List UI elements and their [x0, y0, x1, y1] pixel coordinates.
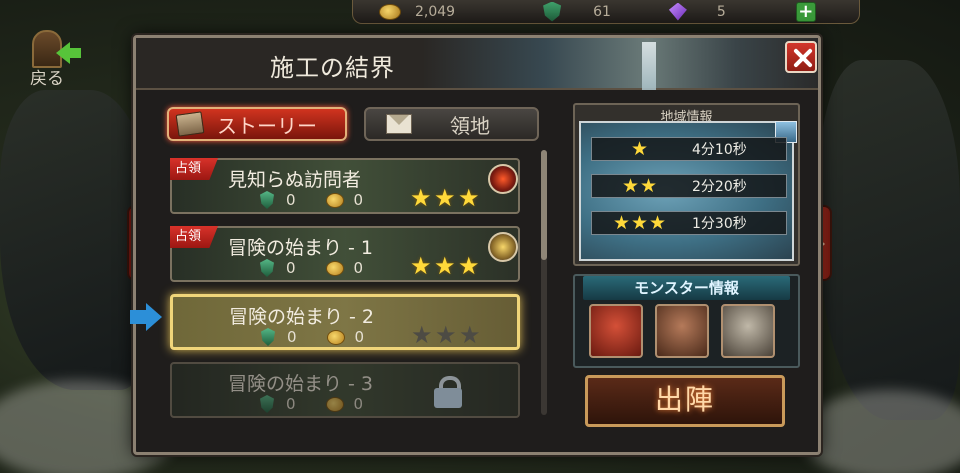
gem-value: 5 — [716, 3, 726, 20]
occupied-badge: 占領 — [170, 226, 218, 248]
waterfall-decoration — [642, 42, 656, 90]
stage-rewards: 0 0 — [260, 395, 363, 413]
stage-name: 冒険の始まり - 2 — [229, 306, 375, 328]
background-cloud — [800, 390, 960, 473]
stage-item[interactable]: 占領 冒険の始まり - 1 0 0 ★ ★ ★ — [170, 226, 520, 282]
coin-icon — [325, 396, 344, 412]
shield-icon — [260, 259, 274, 277]
shield-icon — [260, 395, 274, 413]
gem-icon — [668, 2, 687, 21]
book-icon — [175, 111, 205, 137]
envelope-icon — [386, 114, 412, 134]
gold-coin-icon — [379, 3, 401, 20]
star-icon: ★ — [458, 184, 481, 212]
back-arrow-icon — [56, 42, 81, 64]
shield-icon — [543, 1, 562, 22]
clear-time: 2分20秒 — [692, 179, 747, 195]
panel-header: 施工の結界 — [136, 38, 818, 90]
occupied-badge: 占領 — [170, 158, 218, 180]
clear-time-row: ★★★ 1分30秒 — [591, 211, 787, 235]
coin-reward: 0 — [353, 395, 364, 413]
star-icon: ★ — [411, 321, 434, 349]
clear-time: 4分10秒 — [692, 142, 747, 158]
tab-story[interactable]: ストーリー — [167, 107, 347, 141]
clear-time-row: ★★ 2分20秒 — [591, 174, 787, 198]
monster-info: モンスター情報 — [573, 274, 800, 368]
stage-name: 冒険の始まり - 1 — [228, 237, 374, 259]
stage-list-scrollbar[interactable] — [541, 150, 547, 415]
shield-icon — [260, 191, 274, 209]
stage-name: 見知らぬ訪問者 — [228, 169, 362, 191]
lock-icon — [434, 376, 462, 408]
shield-reward: 0 — [287, 328, 297, 346]
time-stars: ★★★ — [612, 212, 668, 234]
stage-stars: ★ ★ ★ — [410, 252, 482, 280]
star-icon: ★ — [434, 252, 457, 280]
clear-time: 1分30秒 — [692, 216, 747, 232]
gold-value: 2,049 — [415, 3, 456, 20]
add-gem-button[interactable]: + — [795, 1, 816, 22]
sortie-button[interactable]: 出陣 — [585, 375, 785, 427]
tab-story-label: ストーリー — [217, 113, 317, 138]
shield-icon — [261, 328, 275, 346]
back-button[interactable]: 戻る — [26, 30, 86, 89]
coin-icon — [325, 260, 344, 276]
stage-rewards: 0 0 — [261, 328, 364, 346]
gem-counter: 5 — [668, 0, 726, 24]
region-map: ★ 4分10秒 ★★ 2分20秒 ★★★ 1分30秒 — [579, 121, 797, 261]
time-stars: ★ — [630, 138, 650, 160]
monster-portrait[interactable] — [589, 304, 643, 358]
stage-item[interactable]: 占領 見知らぬ訪問者 0 0 ★ ★ ★ — [170, 158, 520, 214]
star-icon: ★ — [459, 321, 482, 349]
tab-territory-label: 領地 — [450, 113, 490, 138]
boss-icon — [488, 164, 518, 194]
star-icon: ★ — [458, 252, 481, 280]
resource-bar: 2,049 61 5 + — [352, 0, 860, 24]
shield-reward: 0 — [286, 259, 296, 277]
gold-counter: 2,049 — [379, 0, 455, 24]
star-icon: ★ — [410, 252, 433, 280]
background-rock — [820, 60, 960, 420]
shield-counter: 61 — [543, 0, 611, 24]
star-icon: ★ — [435, 321, 458, 349]
stage-item-locked[interactable]: 冒険の始まり - 3 0 0 — [170, 362, 520, 418]
coin-reward: 0 — [353, 259, 364, 277]
stage-stars: ★ ★ ★ — [410, 184, 482, 212]
coin-reward: 0 — [354, 328, 365, 346]
stage-rewards: 0 0 — [260, 191, 363, 209]
panel-title: 施工の結界 — [270, 54, 395, 82]
stage-stars: ★ ★ ★ — [411, 321, 483, 349]
back-label: 戻る — [30, 69, 64, 89]
coin-icon — [326, 329, 345, 345]
boss-icon — [488, 232, 518, 262]
time-stars: ★★ — [621, 175, 659, 197]
monster-portrait[interactable] — [655, 304, 709, 358]
monster-portrait[interactable] — [721, 304, 775, 358]
close-icon — [792, 46, 810, 68]
star-icon: ★ — [434, 184, 457, 212]
monster-info-title: モンスター情報 — [583, 276, 790, 300]
shield-reward: 0 — [286, 395, 296, 413]
stage-rewards: 0 0 — [260, 259, 363, 277]
pointer-arrow-icon — [130, 303, 164, 331]
scroll-thumb[interactable] — [541, 150, 547, 260]
region-info: 地域情報 ★ 4分10秒 ★★ 2分20秒 ★★★ 1分30秒 — [573, 103, 800, 266]
stage-name: 冒険の始まり - 3 — [228, 373, 374, 395]
coin-icon — [325, 192, 344, 208]
stage-item-selected[interactable]: 冒険の始まり - 2 0 0 ★ ★ ★ — [170, 294, 520, 350]
dungeon-panel: 施工の結界 ストーリー 領地 占領 見知らぬ訪問者 0 0 ★ ★ ★ 占領 冒… — [130, 35, 821, 455]
shield-reward: 0 — [286, 191, 296, 209]
shield-value: 61 — [593, 3, 611, 20]
coin-reward: 0 — [353, 191, 364, 209]
clear-time-row: ★ 4分10秒 — [591, 137, 787, 161]
star-icon: ★ — [410, 184, 433, 212]
tab-territory[interactable]: 領地 — [364, 107, 539, 141]
stage-list: 占領 見知らぬ訪問者 0 0 ★ ★ ★ 占領 冒険の始まり - 1 0 0 ★… — [130, 158, 530, 438]
close-button[interactable] — [785, 41, 817, 73]
